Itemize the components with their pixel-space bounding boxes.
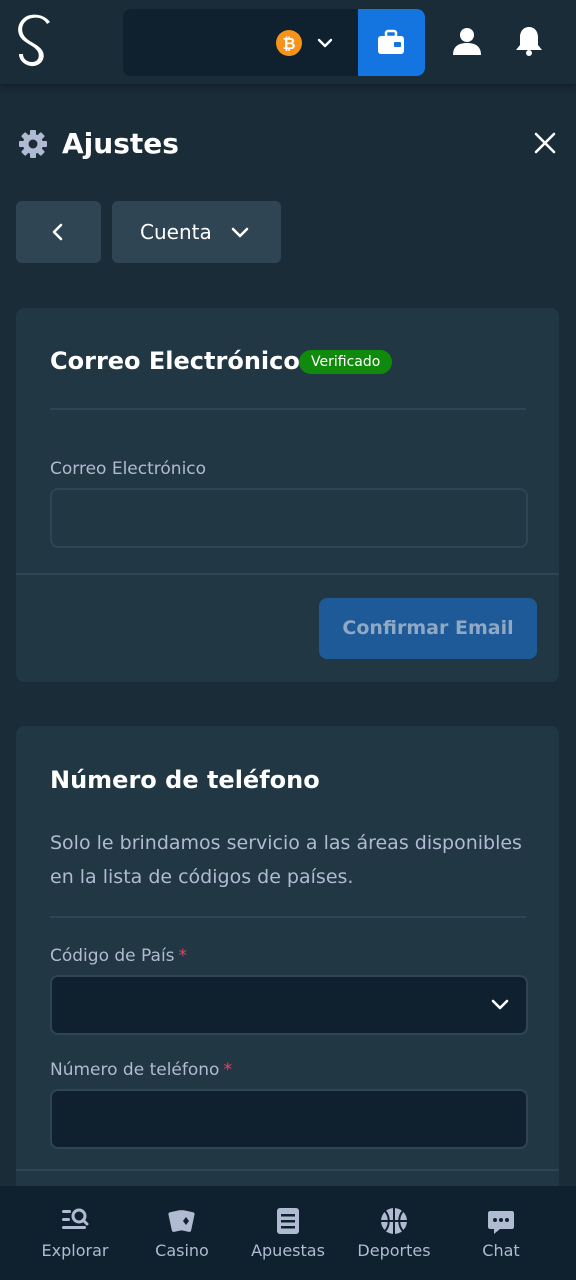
- country-code-label: Código de País *: [50, 944, 187, 968]
- required-mark: *: [178, 946, 188, 966]
- svg-text:₿: ₿: [282, 34, 295, 53]
- nav-deportes[interactable]: Deportes: [339, 1186, 449, 1280]
- bell-icon[interactable]: [512, 24, 546, 58]
- nav-label: Apuestas: [251, 1241, 325, 1260]
- nav-label: Chat: [482, 1241, 520, 1260]
- email-field[interactable]: [50, 488, 528, 548]
- divider: [50, 916, 526, 918]
- phone-card-description: Solo le brindamos servicio a las áreas d…: [50, 832, 522, 888]
- phone-card: Número de teléfono Solo le brindamos ser…: [16, 726, 559, 1196]
- wallet-balance[interactable]: ₿: [123, 9, 425, 76]
- nav-label: Casino: [155, 1241, 209, 1260]
- page-title: Ajustes: [62, 127, 179, 160]
- chevron-left-icon: [52, 223, 63, 241]
- chevron-down-icon[interactable]: [315, 33, 335, 53]
- divider: [50, 408, 526, 410]
- nav-explorar[interactable]: Explorar: [20, 1186, 130, 1280]
- top-bar: ₿: [0, 0, 576, 84]
- casino-cards-icon: [168, 1210, 195, 1232]
- bottom-navigation: Explorar Casino Apuestas Deportes Chat: [0, 1186, 576, 1280]
- back-button[interactable]: [16, 201, 101, 263]
- phone-number-label: Número de teléfono *: [50, 1058, 232, 1082]
- divider: [16, 573, 559, 575]
- chat-icon: [488, 1211, 514, 1234]
- nav-casino[interactable]: Casino: [127, 1186, 237, 1280]
- divider: [16, 1169, 559, 1171]
- verified-badge: Verificado: [299, 350, 393, 374]
- close-icon[interactable]: [532, 130, 558, 156]
- confirm-email-button[interactable]: Confirmar Email: [319, 598, 537, 659]
- nav-chat[interactable]: Chat: [446, 1186, 556, 1280]
- wallet-button[interactable]: [358, 9, 425, 76]
- email-card: Correo Electrónico Verificado Correo Ele…: [16, 308, 559, 682]
- wallet-icon: [378, 29, 404, 54]
- email-field-label: Correo Electrónico: [50, 459, 207, 479]
- basketball-icon: [381, 1208, 407, 1234]
- gear-icon: [19, 130, 47, 158]
- stake-logo-icon[interactable]: [14, 14, 54, 72]
- user-icon[interactable]: [450, 24, 484, 58]
- bitcoin-icon[interactable]: ₿: [275, 29, 303, 57]
- phone-number-field[interactable]: [50, 1089, 528, 1149]
- country-code-select[interactable]: [50, 975, 528, 1035]
- explore-icon: [62, 1208, 89, 1229]
- chevron-down-icon: [491, 999, 509, 1010]
- country-code-label-text: Código de País: [50, 946, 175, 966]
- section-dropdown[interactable]: Cuenta: [112, 201, 281, 263]
- email-card-title: Correo Electrónico: [50, 347, 300, 375]
- bets-list-icon: [277, 1208, 299, 1234]
- section-dropdown-label: Cuenta: [140, 220, 212, 244]
- required-mark: *: [223, 1060, 232, 1080]
- nav-label: Deportes: [357, 1241, 431, 1260]
- phone-card-title: Número de teléfono: [50, 766, 320, 794]
- nav-apuestas[interactable]: Apuestas: [233, 1186, 343, 1280]
- phone-number-label-text: Número de teléfono: [50, 1060, 220, 1080]
- nav-label: Explorar: [41, 1241, 109, 1260]
- chevron-down-icon: [231, 227, 249, 238]
